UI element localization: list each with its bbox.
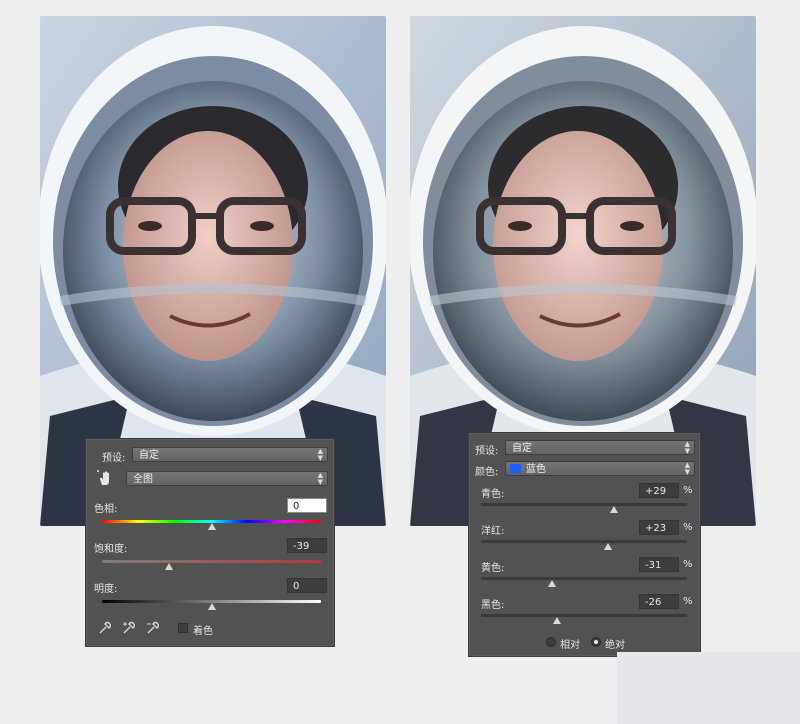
slider-track[interactable] <box>481 577 687 580</box>
method-absolute-radio[interactable] <box>591 637 601 647</box>
lightness-slider-thumb[interactable] <box>207 603 216 610</box>
slider-label: 洋红: <box>481 526 505 537</box>
slider-track[interactable] <box>481 540 687 543</box>
eyedropper-minus-icon[interactable] <box>146 621 160 635</box>
colors-value: 蓝色 <box>526 464 546 475</box>
preset-dropdown[interactable]: 自定 ▲ ▼ <box>132 447 328 462</box>
hue-label: 色相: <box>94 504 118 515</box>
hand-target-icon[interactable] <box>96 469 114 487</box>
lightness-value-input[interactable]: 0 <box>287 578 327 593</box>
saturation-label: 饱和度: <box>94 544 128 555</box>
saturation-value-input[interactable]: -39 <box>287 538 327 553</box>
saturation-slider-thumb[interactable] <box>164 563 173 570</box>
eyedropper-plus-icon[interactable] <box>122 621 136 635</box>
preset-value: 自定 <box>139 450 159 461</box>
slider-value-input[interactable]: -31 <box>639 557 679 572</box>
slider-track[interactable] <box>481 614 687 617</box>
slider-value-input[interactable]: +29 <box>639 483 679 498</box>
preset-label: 预设: <box>102 453 126 464</box>
channel-dropdown[interactable]: 全图 ▲ ▼ <box>126 471 328 486</box>
dropdown-arrow-icon: ▲ ▼ <box>317 471 323 486</box>
method-relative-label: 相对 <box>560 640 580 651</box>
preset-value: 自定 <box>512 443 532 454</box>
slider-thumb[interactable] <box>548 580 557 587</box>
slider-value-input[interactable]: +23 <box>639 520 679 535</box>
slider-thumb[interactable] <box>603 543 612 550</box>
preset-label: 预设: <box>475 446 499 457</box>
hue-value-input[interactable]: 0 <box>287 498 327 513</box>
dropdown-arrow-icon: ▲ ▼ <box>684 440 690 455</box>
dropdown-arrow-icon: ▲ ▼ <box>317 447 323 462</box>
percent-unit: % <box>683 559 693 570</box>
method-relative-radio[interactable] <box>546 637 556 647</box>
colorize-label: 着色 <box>193 626 213 637</box>
colorize-checkbox[interactable] <box>178 623 188 633</box>
hue-saturation-panel: 预设: 自定 ▲ ▼ 全图 ▲ ▼ 色相: 0 饱和度: -39 明度: 0 着色 <box>85 438 335 647</box>
percent-unit: % <box>683 596 693 607</box>
percent-unit: % <box>683 485 693 496</box>
colors-dropdown[interactable]: 蓝色 ▲ ▼ <box>505 461 695 476</box>
slider-thumb[interactable] <box>553 617 562 624</box>
eyedropper-icon[interactable] <box>98 621 112 635</box>
colors-label: 颜色: <box>475 467 499 478</box>
saturation-slider-track[interactable] <box>102 560 321 563</box>
watermark-area <box>617 652 800 724</box>
preset-dropdown[interactable]: 自定 ▲ ▼ <box>505 440 695 455</box>
color-swatch <box>510 464 521 473</box>
selective-color-panel: 预设: 自定 ▲ ▼ 颜色: 蓝色 ▲ ▼ 青色: +29 % 洋红: +23 % … <box>468 432 701 657</box>
dropdown-arrow-icon: ▲ ▼ <box>684 461 690 476</box>
percent-unit: % <box>683 522 693 533</box>
slider-thumb[interactable] <box>609 506 618 513</box>
slider-value-input[interactable]: -26 <box>639 594 679 609</box>
hue-slider-thumb[interactable] <box>207 523 216 530</box>
slider-label: 黑色: <box>481 600 505 611</box>
slider-label: 青色: <box>481 489 505 500</box>
slider-track[interactable] <box>481 503 687 506</box>
lightness-label: 明度: <box>94 584 118 595</box>
channel-value: 全图 <box>133 474 153 485</box>
method-absolute-label: 绝对 <box>605 640 625 651</box>
slider-label: 黄色: <box>481 563 505 574</box>
